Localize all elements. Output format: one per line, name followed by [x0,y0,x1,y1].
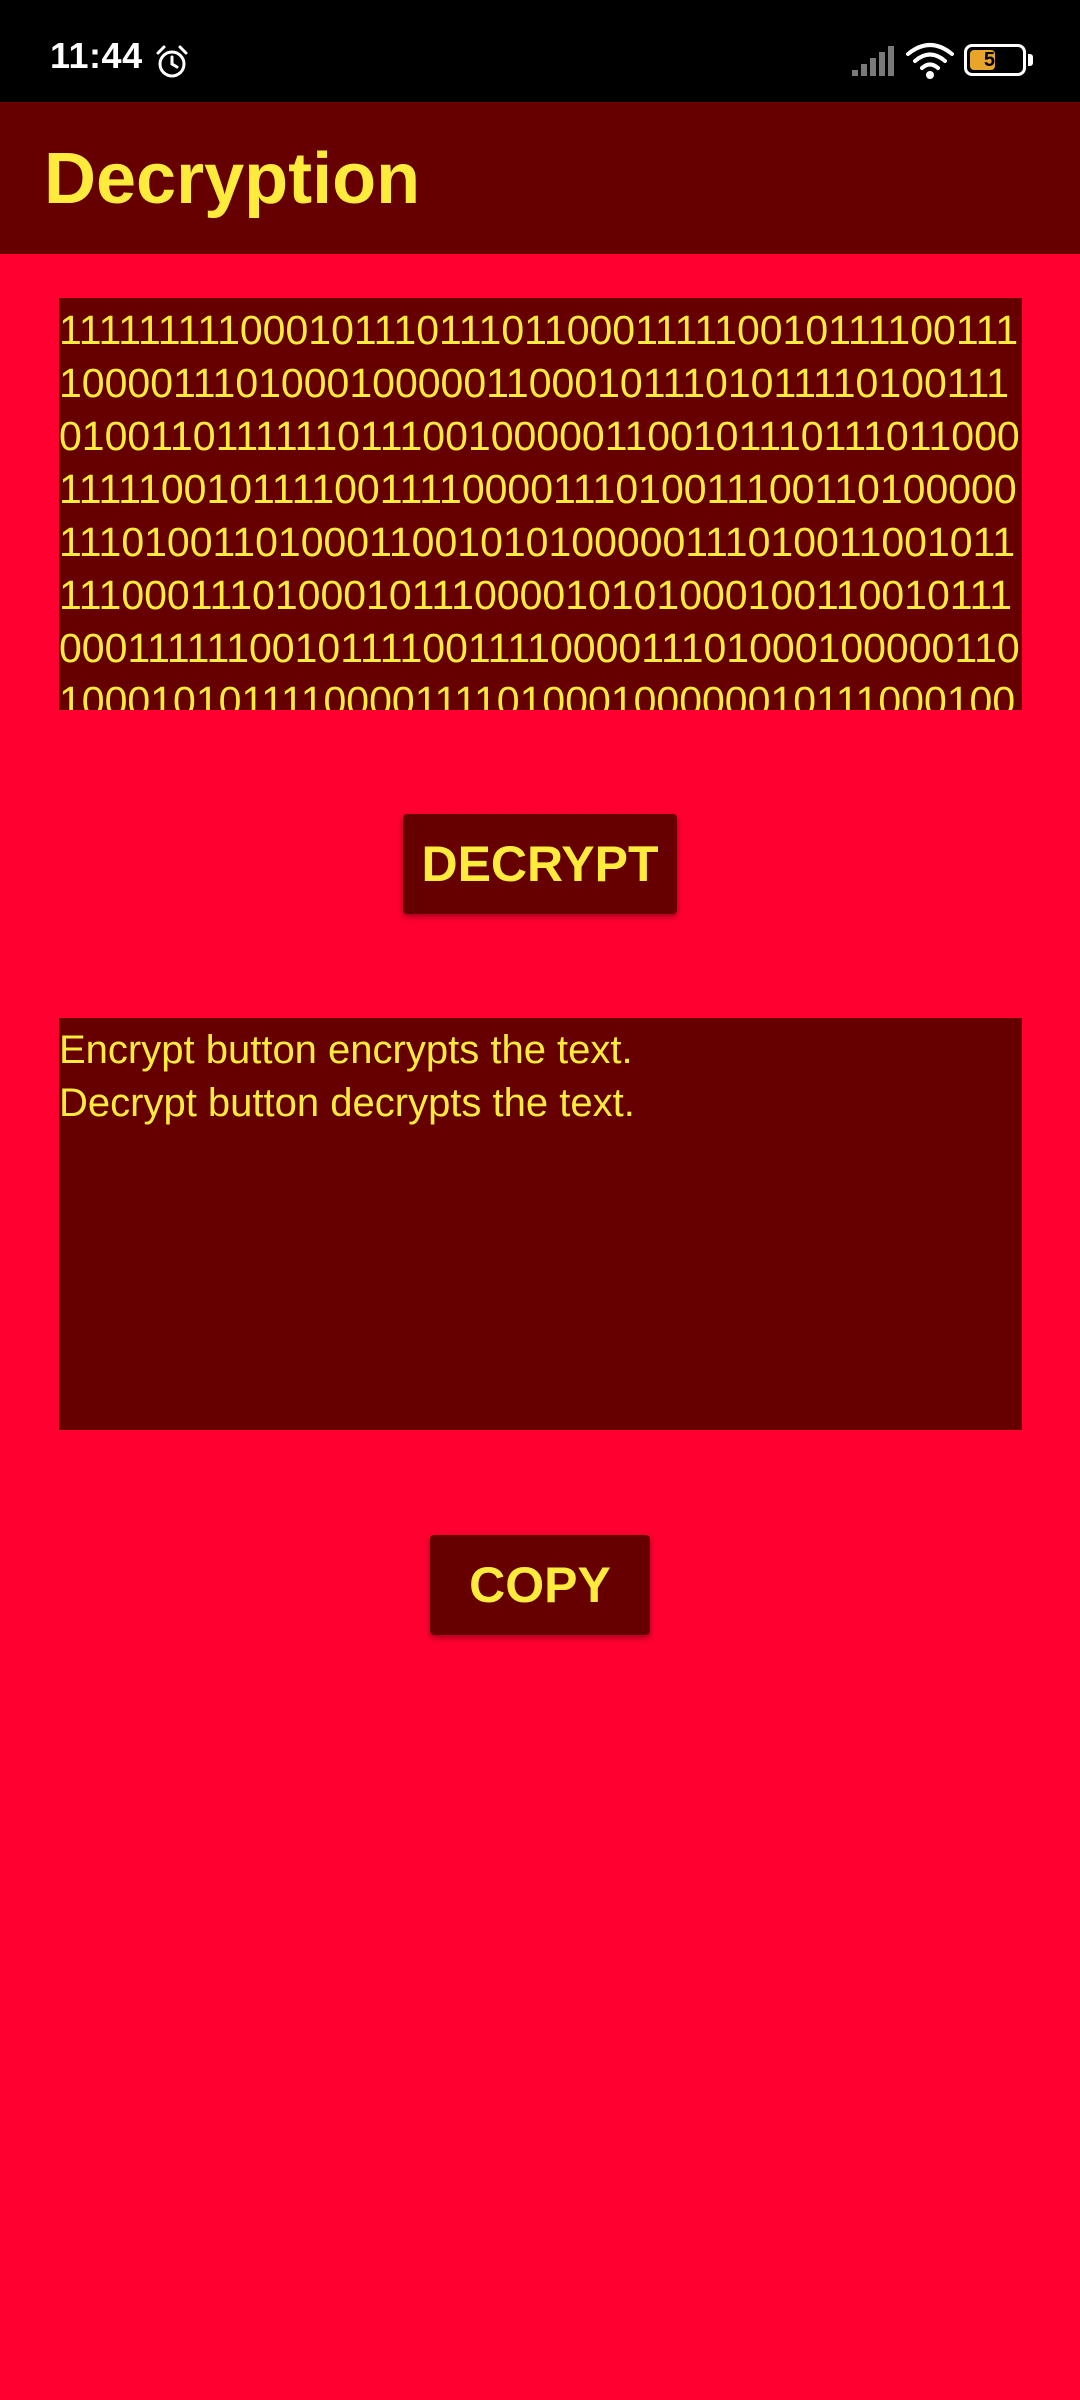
output-line-2: Decrypt button decrypts the text. [59,1081,635,1125]
copy-button[interactable]: COPY [430,1535,650,1635]
battery-icon: 50 [964,44,1036,76]
output-text-area[interactable]: Encrypt button encrypts the text. Decryp… [59,1018,1022,1430]
battery-level: 50 [983,49,1007,71]
app-bar: Decryption [0,102,1080,254]
alarm-icon [156,45,188,78]
status-time: 11:44 [50,35,143,76]
wifi-icon [906,43,954,79]
signal-icon [852,46,894,76]
output-line-1: Encrypt button encrypts the text. [59,1028,633,1072]
status-bar: 11:44 50 [0,0,1080,102]
page-title: Decryption [44,139,421,219]
cipher-input[interactable]: 1111111110001011101110110001111100101111… [59,298,1022,710]
decrypt-button[interactable]: DECRYPT [403,814,677,914]
cipher-input-text: 1111111110001011101110110001111100101111… [59,307,1020,710]
battery-tip [1028,54,1033,66]
output-lines: Encrypt button encrypts the text. Decryp… [59,1018,1022,1130]
